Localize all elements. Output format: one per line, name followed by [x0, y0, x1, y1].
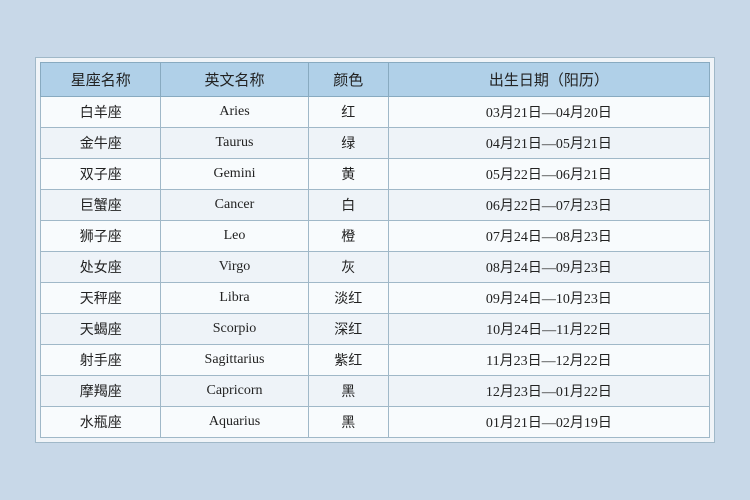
cell-zh: 天秤座 [41, 283, 161, 314]
cell-date: 11月23日—12月22日 [388, 345, 709, 376]
cell-en: Cancer [161, 190, 308, 221]
cell-date: 12月23日—01月22日 [388, 376, 709, 407]
header-zh: 星座名称 [41, 63, 161, 97]
cell-en: Sagittarius [161, 345, 308, 376]
cell-zh: 水瓶座 [41, 407, 161, 438]
cell-zh: 狮子座 [41, 221, 161, 252]
cell-zh: 巨蟹座 [41, 190, 161, 221]
cell-color: 紫红 [308, 345, 388, 376]
table-row: 双子座Gemini黄05月22日—06月21日 [41, 159, 710, 190]
cell-color: 白 [308, 190, 388, 221]
zodiac-table-container: 星座名称 英文名称 颜色 出生日期（阳历） 白羊座Aries红03月21日—04… [35, 57, 715, 443]
cell-en: Leo [161, 221, 308, 252]
cell-zh: 白羊座 [41, 97, 161, 128]
cell-en: Capricorn [161, 376, 308, 407]
table-row: 巨蟹座Cancer白06月22日—07月23日 [41, 190, 710, 221]
table-row: 摩羯座Capricorn黑12月23日—01月22日 [41, 376, 710, 407]
cell-date: 07月24日—08月23日 [388, 221, 709, 252]
cell-en: Libra [161, 283, 308, 314]
table-row: 处女座Virgo灰08月24日—09月23日 [41, 252, 710, 283]
cell-en: Gemini [161, 159, 308, 190]
header-color: 颜色 [308, 63, 388, 97]
header-en: 英文名称 [161, 63, 308, 97]
table-header-row: 星座名称 英文名称 颜色 出生日期（阳历） [41, 63, 710, 97]
cell-color: 黄 [308, 159, 388, 190]
table-row: 白羊座Aries红03月21日—04月20日 [41, 97, 710, 128]
cell-date: 10月24日—11月22日 [388, 314, 709, 345]
cell-en: Aries [161, 97, 308, 128]
cell-zh: 处女座 [41, 252, 161, 283]
cell-en: Virgo [161, 252, 308, 283]
cell-date: 05月22日—06月21日 [388, 159, 709, 190]
cell-date: 09月24日—10月23日 [388, 283, 709, 314]
table-row: 射手座Sagittarius紫红11月23日—12月22日 [41, 345, 710, 376]
cell-en: Scorpio [161, 314, 308, 345]
cell-color: 灰 [308, 252, 388, 283]
cell-color: 黑 [308, 407, 388, 438]
table-row: 水瓶座Aquarius黑01月21日—02月19日 [41, 407, 710, 438]
table-row: 天秤座Libra淡红09月24日—10月23日 [41, 283, 710, 314]
cell-color: 橙 [308, 221, 388, 252]
cell-date: 01月21日—02月19日 [388, 407, 709, 438]
cell-zh: 金牛座 [41, 128, 161, 159]
cell-date: 03月21日—04月20日 [388, 97, 709, 128]
cell-zh: 双子座 [41, 159, 161, 190]
cell-date: 06月22日—07月23日 [388, 190, 709, 221]
cell-date: 04月21日—05月21日 [388, 128, 709, 159]
table-row: 天蝎座Scorpio深红10月24日—11月22日 [41, 314, 710, 345]
table-row: 狮子座Leo橙07月24日—08月23日 [41, 221, 710, 252]
cell-color: 黑 [308, 376, 388, 407]
cell-date: 08月24日—09月23日 [388, 252, 709, 283]
table-row: 金牛座Taurus绿04月21日—05月21日 [41, 128, 710, 159]
cell-zh: 摩羯座 [41, 376, 161, 407]
cell-zh: 射手座 [41, 345, 161, 376]
cell-color: 红 [308, 97, 388, 128]
cell-color: 深红 [308, 314, 388, 345]
cell-color: 淡红 [308, 283, 388, 314]
zodiac-table: 星座名称 英文名称 颜色 出生日期（阳历） 白羊座Aries红03月21日—04… [40, 62, 710, 438]
cell-color: 绿 [308, 128, 388, 159]
header-date: 出生日期（阳历） [388, 63, 709, 97]
cell-zh: 天蝎座 [41, 314, 161, 345]
cell-en: Taurus [161, 128, 308, 159]
cell-en: Aquarius [161, 407, 308, 438]
